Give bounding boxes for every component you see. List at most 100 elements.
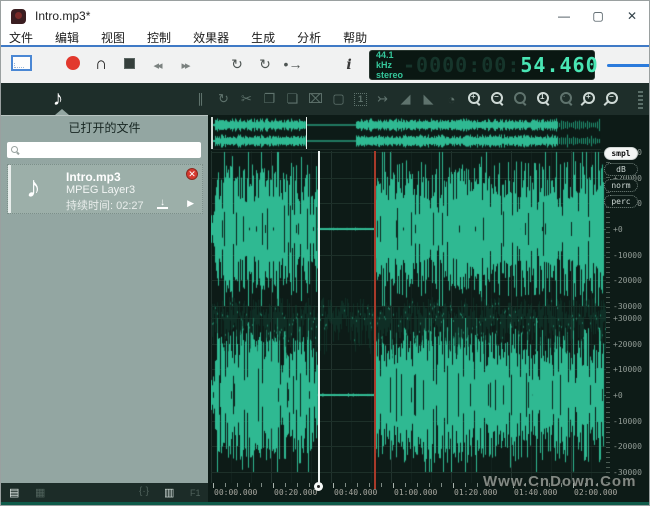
scale-mode-norm[interactable]: norm	[604, 179, 638, 192]
amp-label-channel1--10000: -10000	[613, 251, 642, 260]
list-view-icon[interactable]: ▤	[9, 486, 19, 499]
fade-out-icon[interactable]: ◣	[421, 91, 436, 107]
overview-strip[interactable]	[211, 117, 601, 150]
rewind-icon: ◂◂	[153, 60, 160, 72]
overview-start-marker	[211, 117, 213, 149]
overview-cursor-marker[interactable]	[306, 117, 307, 149]
braces-icon[interactable]: {·}	[139, 486, 149, 497]
vzoom-out-icon[interactable]: −	[605, 91, 620, 107]
file-card[interactable]: ♪ Intro.mp3 MPEG Layer3 持续时间: 02:27 ✕ ↓ …	[7, 164, 203, 214]
time-display: 44.1 kHz stereo -0000:00:54.460	[369, 50, 595, 80]
paste-icon[interactable]: ❏	[285, 91, 300, 107]
sample-rate: 44.1 kHz	[376, 50, 403, 70]
menu-item-效果器[interactable]: 效果器	[193, 31, 229, 45]
edit-toolbar: ♪ ∥↻✂❐❏⌧▢1↣◢◣◔+−1·+−	[1, 83, 649, 115]
volume-track[interactable]	[607, 64, 650, 67]
scale-mode-smpl[interactable]: smpl	[604, 147, 638, 160]
channel-mode: stereo	[376, 70, 403, 80]
separator-icon[interactable]: ∥	[193, 91, 208, 107]
delete-icon[interactable]: ⌧	[308, 91, 323, 107]
fade-in-icon[interactable]: ◢	[398, 91, 413, 107]
cut-icon[interactable]: ✂	[239, 91, 254, 107]
forward-icon: ▸▸	[181, 60, 188, 72]
file-close-icon[interactable]: ✕	[186, 168, 198, 180]
amp-label-channel2-+20000: +20000	[613, 340, 642, 349]
scale-mode-perc[interactable]: perc	[604, 195, 638, 208]
tab-pointer	[55, 109, 69, 115]
time-value: 54.460	[520, 53, 598, 77]
maximize-button[interactable]: ▢	[581, 1, 615, 31]
file-name: Intro.mp3	[66, 170, 121, 184]
file-play-icon[interactable]: ▶	[187, 198, 194, 209]
minimize-button[interactable]: —	[547, 1, 581, 31]
record-button[interactable]	[61, 56, 85, 75]
zoom-one-icon[interactable]: 1	[536, 91, 551, 107]
zoom-selection-icon[interactable]: ·	[559, 91, 574, 107]
close-button[interactable]: ✕	[615, 1, 649, 31]
panel-icon[interactable]: ▥	[164, 486, 174, 499]
stereo-waveform[interactable]	[211, 151, 606, 483]
zoom-fit-icon[interactable]	[513, 91, 528, 107]
menu-item-帮助[interactable]: 帮助	[343, 31, 367, 45]
bottom-strip	[1, 502, 649, 506]
amp-label-channel2--10000: -10000	[613, 417, 642, 426]
amp-label-channel2-+10000: +10000	[613, 365, 642, 374]
file-note-icon: ♪	[26, 171, 41, 205]
amp-label-channel2-+0: +0	[613, 391, 623, 400]
play-through-icon: •→	[284, 56, 303, 72]
loop-once-icon: ↻	[259, 56, 271, 72]
titlebar: Intro.mp3* — ▢ ✕	[1, 1, 649, 31]
loop-button[interactable]: ↻	[225, 56, 249, 74]
amp-label-channel2--20000: -20000	[613, 442, 642, 451]
selection-tool-button[interactable]	[9, 55, 33, 76]
info-button[interactable]: i	[337, 56, 361, 74]
music-note-icon: ♪	[53, 87, 64, 111]
play-cursor[interactable]	[374, 151, 376, 489]
app-icon	[11, 9, 26, 24]
menu-item-文件[interactable]: 文件	[9, 31, 33, 45]
overview-waveform[interactable]	[211, 117, 601, 149]
amp-label-channel1--20000: -20000	[613, 276, 642, 285]
trim-icon[interactable]: ▢	[331, 91, 346, 107]
search-input[interactable]	[7, 142, 201, 158]
menu-item-控制[interactable]: 控制	[147, 31, 171, 45]
toolbar-grip[interactable]	[638, 89, 643, 109]
forward-button[interactable]: ▸▸	[173, 56, 197, 74]
record-icon	[66, 56, 80, 70]
menu-item-分析[interactable]: 分析	[297, 31, 321, 45]
gain-icon[interactable]: ◔	[444, 92, 459, 107]
selection-cursor[interactable]	[318, 151, 320, 485]
insert-silence-icon[interactable]: 1	[354, 93, 367, 106]
stop-button[interactable]	[117, 56, 141, 74]
menu-item-视图[interactable]: 视图	[101, 31, 125, 45]
scale-mode-dB[interactable]: dB	[604, 163, 638, 176]
app-window: Intro.mp3* — ▢ ✕ 文件 编辑 视图 控制 效果器 生成 分析 帮助 ∩ ◂◂ ▸▸…	[0, 0, 650, 506]
transport-toolbar: ∩ ◂◂ ▸▸ ↻ ↻ •→ i 44.1 kHz stereo -0000:00:54.4…	[1, 47, 649, 83]
grid-view-icon[interactable]: ▦	[35, 486, 45, 499]
waveform-view[interactable]	[211, 151, 606, 483]
file-format: MPEG Layer3	[66, 184, 135, 196]
file-save-icon[interactable]: ↓	[157, 198, 168, 209]
redo-icon[interactable]: ↻	[216, 91, 231, 107]
window-controls: — ▢ ✕	[547, 1, 649, 31]
loop-once-button[interactable]: ↻	[253, 56, 277, 74]
rewind-button[interactable]: ◂◂	[145, 56, 169, 74]
join-icon[interactable]: ↣	[375, 91, 390, 107]
zoom-out-icon[interactable]: −	[490, 91, 505, 107]
amp-label-channel1-+0: +0	[613, 225, 623, 234]
vzoom-in-icon[interactable]: +	[582, 91, 597, 107]
volume-slider[interactable]	[607, 57, 649, 73]
copy-icon[interactable]: ❐	[262, 91, 277, 107]
timeline-label-01:00.000: 01:00.000	[394, 488, 437, 497]
menu-item-编辑[interactable]: 编辑	[55, 31, 79, 45]
file-duration: 持续时间: 02:27	[66, 197, 144, 213]
menu-item-生成[interactable]: 生成	[251, 31, 275, 45]
zoom-in-icon[interactable]: +	[467, 91, 482, 107]
menubar: 文件 编辑 视图 控制 效果器 生成 分析 帮助	[1, 31, 649, 45]
monitor-button[interactable]: ∩	[89, 56, 113, 74]
loop-icon: ↻	[231, 56, 243, 72]
search-icon	[11, 146, 18, 153]
waveform-panel: +30000+20000+10000+0-10000-20000-30000+3…	[208, 115, 650, 502]
edit-icons: ∥↻✂❐❏⌧▢1↣◢◣◔+−1·+−	[193, 83, 620, 115]
play-through-button[interactable]: •→	[281, 56, 305, 74]
